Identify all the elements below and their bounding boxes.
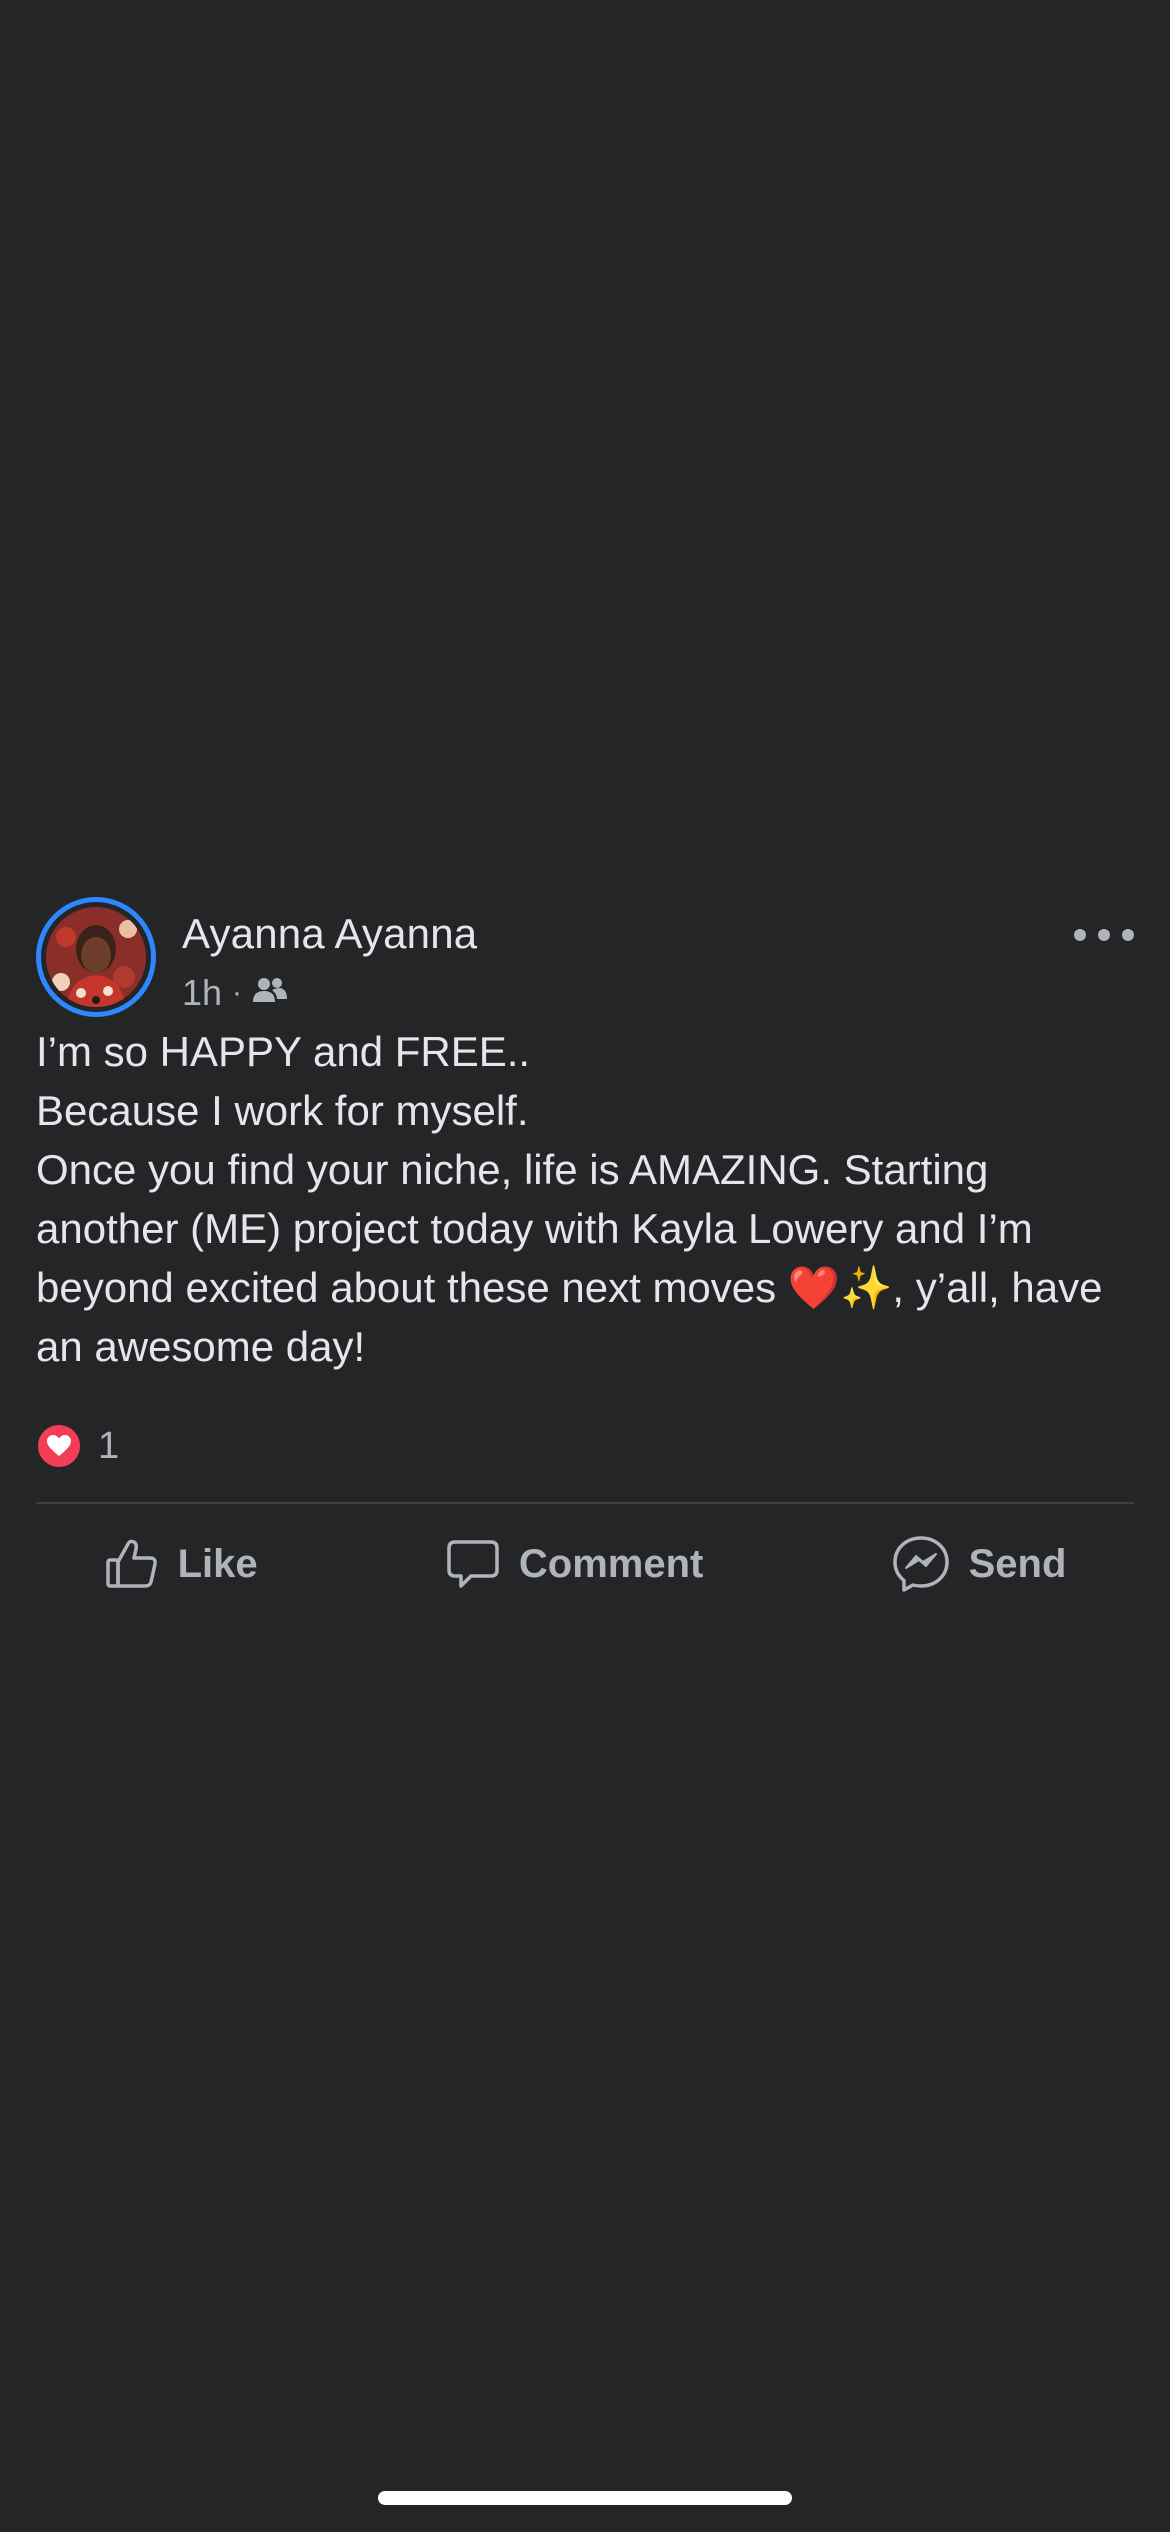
like-label: Like xyxy=(177,1541,258,1586)
thumbs-up-icon xyxy=(104,1536,160,1592)
send-button[interactable]: Send xyxy=(891,1534,1067,1594)
screen: Ayanna Ayanna 1h · I’m so HAPPY and FREE… xyxy=(0,0,1170,2532)
post: Ayanna Ayanna 1h · I’m so HAPPY and FREE… xyxy=(0,880,1170,1624)
more-dot xyxy=(1074,929,1086,941)
post-time[interactable]: 1h xyxy=(182,972,222,1014)
home-indicator[interactable] xyxy=(378,2491,792,2505)
comment-icon xyxy=(445,1536,501,1592)
more-options-button[interactable] xyxy=(1074,920,1134,950)
love-icon xyxy=(36,1423,82,1469)
post-meta: 1h · xyxy=(182,972,288,1014)
meta-separator: · xyxy=(232,976,243,1009)
avatar-image xyxy=(46,907,146,1007)
reaction-count: 1 xyxy=(98,1424,120,1467)
action-bar: Like Comment Send xyxy=(0,1504,1170,1624)
friends-icon xyxy=(252,972,288,1014)
post-text: I’m so HAPPY and FREE.. Because I work f… xyxy=(36,1028,1103,1370)
send-label: Send xyxy=(968,1541,1067,1586)
avatar[interactable] xyxy=(36,897,156,1017)
comment-button[interactable]: Comment xyxy=(445,1536,703,1592)
author-name[interactable]: Ayanna Ayanna xyxy=(182,910,477,958)
messenger-icon xyxy=(891,1534,951,1594)
reactions-bar[interactable]: 1 xyxy=(0,1420,1170,1472)
more-dot xyxy=(1098,929,1110,941)
post-header: Ayanna Ayanna 1h · xyxy=(0,880,1170,1020)
more-dot xyxy=(1122,929,1134,941)
like-button[interactable]: Like xyxy=(104,1536,258,1592)
comment-label: Comment xyxy=(518,1541,704,1586)
